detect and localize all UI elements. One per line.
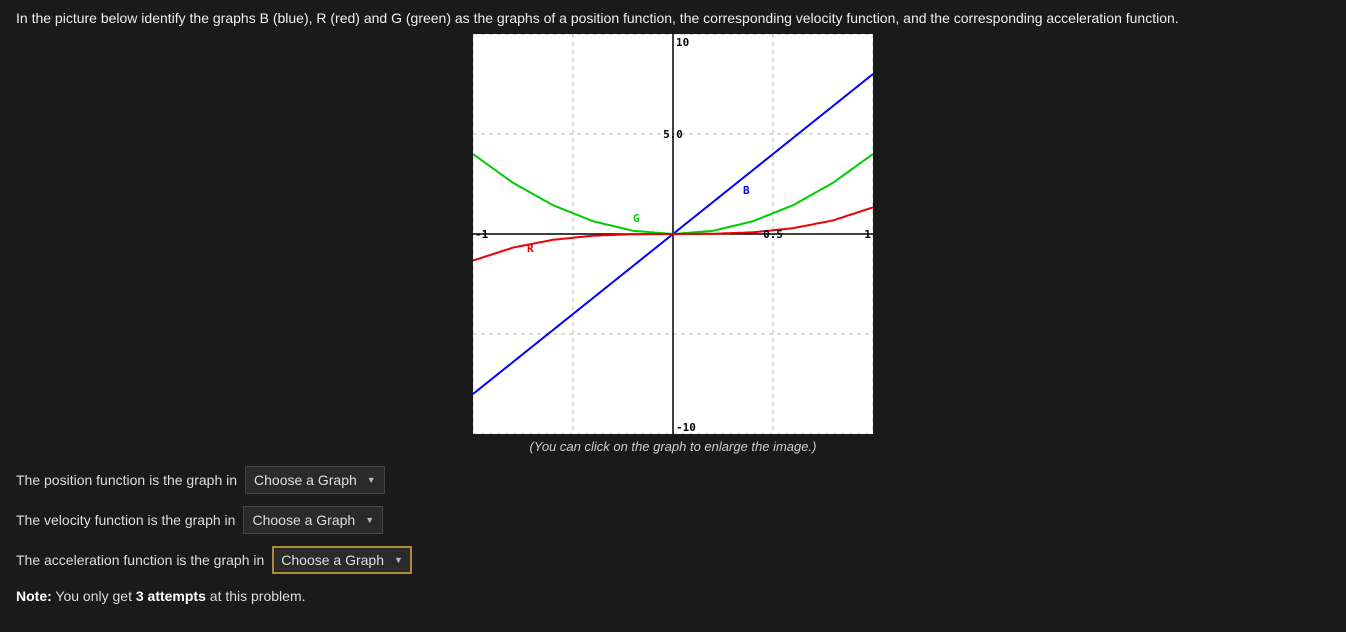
attempts-note: Note: You only get 3 attempts at this pr… (16, 588, 1330, 604)
acceleration-select-value: Choose a Graph (281, 552, 384, 568)
svg-text:B: B (743, 184, 750, 197)
chevron-down-icon: ▼ (367, 475, 376, 485)
note-prefix: Note: (16, 588, 52, 604)
note-attempts: 3 attempts (136, 588, 206, 604)
graph-image[interactable]: -1 0.5 1 -10 5.0 10 B G R (473, 34, 873, 434)
chevron-down-icon: ▼ (365, 515, 374, 525)
svg-text:-10: -10 (676, 421, 696, 434)
position-label: The position function is the graph in (16, 472, 237, 488)
position-select[interactable]: Choose a Graph ▼ (245, 466, 385, 494)
velocity-select-value: Choose a Graph (252, 512, 355, 528)
note-body: You only get (52, 588, 136, 604)
svg-text:10: 10 (676, 36, 689, 49)
acceleration-select[interactable]: Choose a Graph ▼ (272, 546, 412, 574)
acceleration-label: The acceleration function is the graph i… (16, 552, 264, 568)
svg-text:G: G (633, 212, 640, 225)
position-select-value: Choose a Graph (254, 472, 357, 488)
velocity-select[interactable]: Choose a Graph ▼ (243, 506, 383, 534)
note-suffix: at this problem. (206, 588, 306, 604)
svg-text:5.0: 5.0 (663, 128, 683, 141)
svg-text:0.5: 0.5 (763, 228, 783, 241)
problem-prompt: In the picture below identify the graphs… (16, 10, 1330, 26)
svg-text:R: R (527, 242, 534, 255)
graph-caption: (You can click on the graph to enlarge t… (16, 439, 1330, 454)
svg-text:-1: -1 (475, 228, 489, 241)
svg-text:1: 1 (864, 228, 871, 241)
velocity-label: The velocity function is the graph in (16, 512, 235, 528)
chevron-down-icon: ▼ (394, 555, 403, 565)
